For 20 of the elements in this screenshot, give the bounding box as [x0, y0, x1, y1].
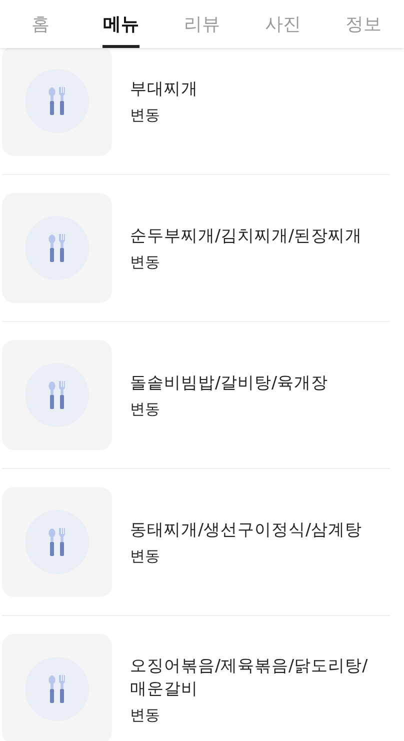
- menu-item-price: 변동: [130, 547, 161, 566]
- utensils-icon: [48, 234, 66, 262]
- menu-item-price: 변동: [130, 400, 161, 419]
- menu-item-price: 변동: [130, 253, 161, 272]
- utensils-icon: [48, 675, 66, 703]
- utensils-icon: [48, 528, 66, 556]
- tab[interactable]: 정보: [323, 0, 404, 48]
- menu-item-name: 오징어볶음/제육볶음/닭도리탕/매운갈비: [130, 654, 369, 700]
- menu-item-price: 변동: [130, 706, 161, 724]
- utensils-icon: [48, 87, 66, 115]
- menu-item-name: 부대찌개: [130, 78, 198, 100]
- menu-item-price: 변동: [130, 106, 161, 125]
- menu-item-name: 순두부찌개/김치찌개/된장찌개: [130, 225, 362, 247]
- menu-item-name: 돌솥비빔밥/갈비탕/육개장: [130, 372, 328, 394]
- tab[interactable]: 사진: [242, 0, 324, 48]
- tab[interactable]: 홈: [0, 0, 81, 48]
- menu-item-name: 동태찌개/생선구이정식/삼계탕: [130, 519, 362, 541]
- utensils-icon: [48, 381, 66, 409]
- tab[interactable]: 리뷰: [162, 0, 242, 48]
- tab[interactable]: 메뉴: [80, 0, 162, 48]
